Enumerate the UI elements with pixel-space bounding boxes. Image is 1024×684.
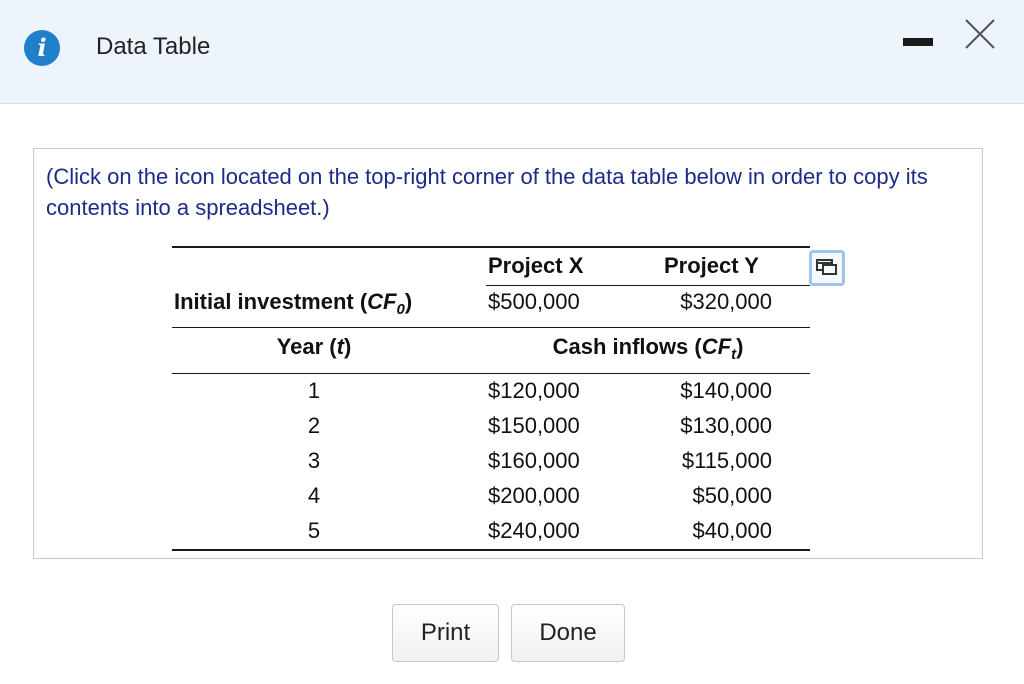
table-row-project-y: $115,000 (681, 448, 772, 473)
header-project-x: Project X (488, 253, 584, 278)
copy-glyph (816, 259, 837, 275)
table-row-year: 4 (307, 483, 321, 508)
copy-to-spreadsheet-icon[interactable] (809, 250, 845, 286)
dialog-titlebar: i Data Table (0, 0, 1024, 104)
initial-investment-project-x: $500,000 (488, 289, 580, 314)
print-button[interactable]: Print (392, 604, 499, 662)
investment-rule (172, 327, 810, 328)
data-table-panel: (Click on the icon located on the top-ri… (33, 148, 983, 559)
table-row-project-x: $120,000 (488, 378, 580, 403)
minimize-icon[interactable] (903, 38, 933, 46)
subheader-rule (172, 373, 810, 374)
initial-investment-project-y: $320,000 (680, 289, 772, 314)
cash-inflows-label: Cash inflows (CFt) (552, 334, 744, 363)
table-row-project-y: $40,000 (692, 518, 772, 543)
table-row-year: 2 (307, 413, 321, 438)
year-label: Year (t) (276, 334, 352, 359)
table-row-project-y: $140,000 (680, 378, 772, 403)
instructions-text: (Click on the icon located on the top-ri… (46, 164, 928, 220)
info-icon: i (24, 30, 60, 66)
header-project-y: Project Y (664, 253, 759, 278)
initial-investment-label: Initial investment (CF0) (174, 289, 413, 318)
table-row-project-y: $50,000 (692, 483, 772, 508)
close-icon[interactable] (960, 14, 1000, 54)
done-button[interactable]: Done (511, 604, 625, 662)
table-row-year: 1 (307, 378, 321, 403)
table-bottom-rule (172, 549, 810, 551)
table-top-rule (172, 246, 810, 248)
table-row-project-x: $160,000 (488, 448, 580, 473)
table-row-project-x: $240,000 (488, 518, 580, 543)
header-rule (486, 285, 810, 286)
dialog-title: Data Table (96, 33, 211, 60)
table-row-year: 3 (307, 448, 321, 473)
table-row-project-x: $150,000 (488, 413, 580, 438)
table-row-project-x: $200,000 (488, 483, 580, 508)
table-row-year: 5 (307, 518, 321, 543)
table-row-project-y: $130,000 (680, 413, 772, 438)
